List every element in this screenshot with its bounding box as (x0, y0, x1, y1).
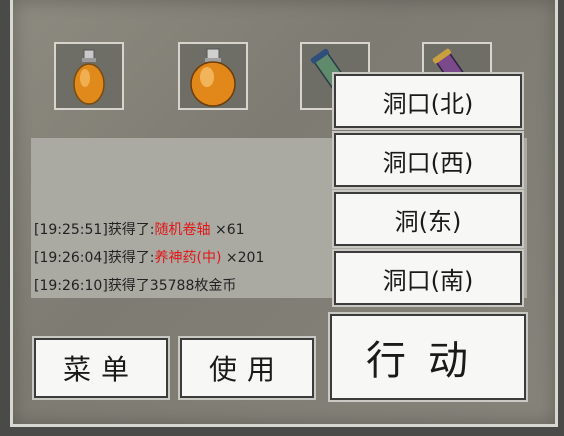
log-line: [19:26:04]获得了:养神药(中) ×201 (34, 250, 265, 266)
inventory-slot-1[interactable] (54, 42, 124, 110)
menu-button[interactable]: 菜单 (34, 338, 168, 398)
location-west-button[interactable]: 洞口(西) (334, 133, 522, 187)
log-line: [19:26:10]获得了35788枚金币 (34, 278, 237, 294)
small-orange-potion-icon (73, 49, 105, 105)
inventory-slot-2[interactable] (178, 42, 248, 110)
location-south-button[interactable]: 洞口(南) (334, 251, 522, 305)
action-button[interactable]: 行动 (330, 314, 526, 400)
log-line: [19:25:51]获得了:随机卷轴 ×61 (34, 222, 245, 238)
location-north-button[interactable]: 洞口(北) (334, 74, 522, 128)
location-east-button[interactable]: 洞(东) (334, 192, 522, 246)
large-orange-potion-icon (190, 48, 236, 107)
use-button[interactable]: 使用 (180, 338, 314, 398)
